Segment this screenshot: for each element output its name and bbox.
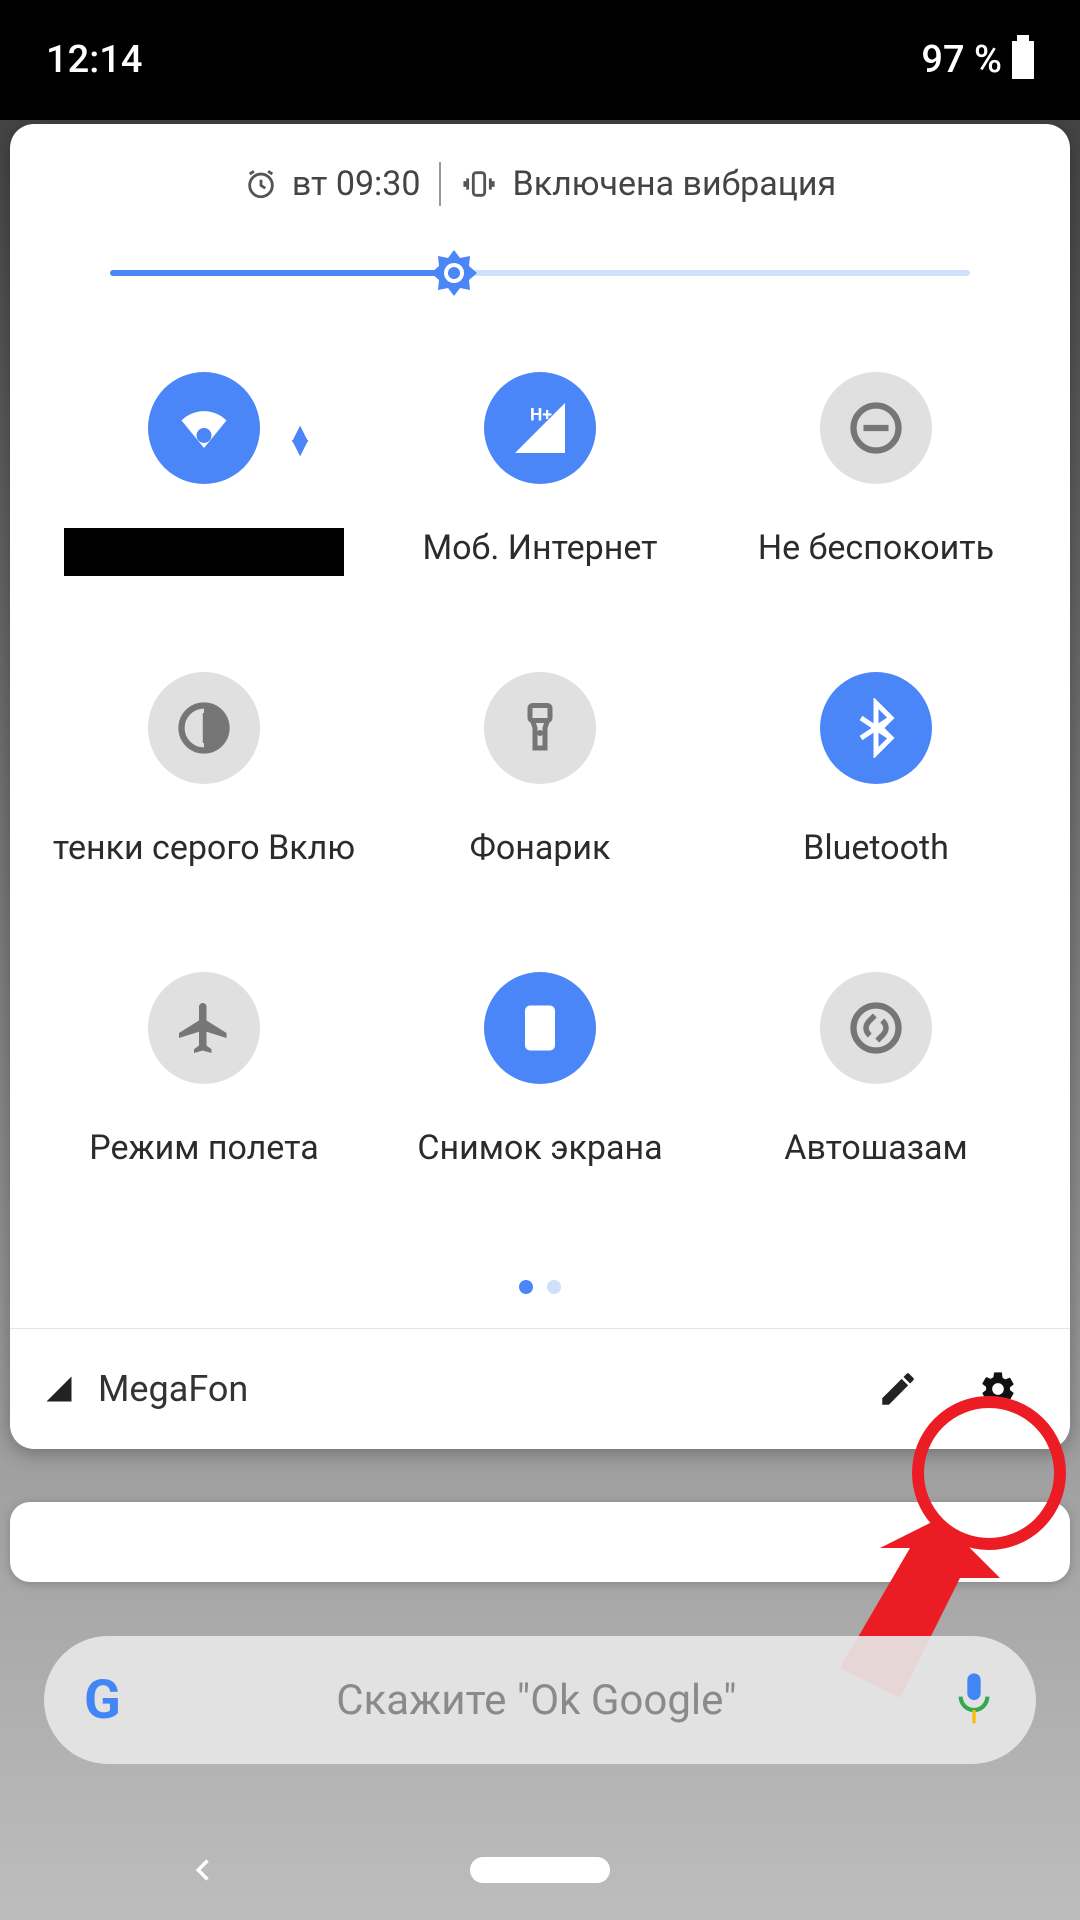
tile-wifi[interactable]: ▲▼ xyxy=(36,352,372,652)
page-indicator[interactable] xyxy=(10,1252,1070,1328)
gear-icon xyxy=(978,1369,1018,1409)
status-bar: 12:14 97 % xyxy=(0,0,1080,120)
torch-icon xyxy=(510,698,570,758)
grayscale-toggle[interactable] xyxy=(148,672,260,784)
brightness-icon xyxy=(429,248,479,298)
tile-torch[interactable]: Фонарик xyxy=(372,652,708,952)
shazam-icon xyxy=(846,998,906,1058)
wifi-icon xyxy=(174,398,234,458)
pencil-icon xyxy=(877,1368,919,1410)
back-button[interactable] xyxy=(190,1848,218,1892)
alarm-label: вт 09:30 xyxy=(292,164,421,204)
ring-mode-label: Включена вибрация xyxy=(513,164,837,204)
tile-shazam[interactable]: Автошазам xyxy=(708,952,1044,1252)
wifi-toggle[interactable] xyxy=(148,372,260,484)
torch-label: Фонарик xyxy=(470,828,611,868)
carrier-label: MegaFon xyxy=(98,1368,836,1410)
navigation-bar xyxy=(0,1820,1080,1920)
dnd-icon xyxy=(846,398,906,458)
shazam-label: Автошазам xyxy=(784,1128,967,1168)
mobiledata-label: Моб. Интернет xyxy=(422,528,657,568)
alarm-icon xyxy=(244,167,278,201)
dnd-toggle[interactable] xyxy=(820,372,932,484)
qs-header: вт 09:30 Включена вибрация xyxy=(10,154,1070,214)
mic-icon[interactable] xyxy=(952,1670,996,1730)
google-hint: Скажите "Ok Google" xyxy=(121,1676,952,1725)
battery-icon xyxy=(1012,41,1034,79)
brightness-slider[interactable] xyxy=(110,232,970,312)
header-divider xyxy=(439,162,441,206)
bluetooth-icon xyxy=(846,698,906,758)
airplane-icon xyxy=(174,998,234,1058)
tile-mobiledata[interactable]: H+ Моб. Интернет xyxy=(372,352,708,652)
alarm-info[interactable]: вт 09:30 xyxy=(244,164,421,204)
tile-grayscale[interactable]: тенки серого Вклю xyxy=(36,652,372,952)
wifi-label xyxy=(64,528,344,576)
grayscale-label: тенки серого Вклю xyxy=(53,828,355,868)
tile-bluetooth[interactable]: Bluetooth xyxy=(708,652,1044,952)
quick-settings-panel: вт 09:30 Включена вибрация ▲▼ H+ Моб. Инте… xyxy=(10,124,1070,1449)
brightness-thumb[interactable] xyxy=(429,248,479,298)
tile-screenshot[interactable]: Снимок экрана xyxy=(372,952,708,1252)
tile-dnd[interactable]: Не беспокоить xyxy=(708,352,1044,652)
torch-toggle[interactable] xyxy=(484,672,596,784)
qs-tiles-grid: ▲▼ H+ Моб. Интернет Не беспокоить тенки серо… xyxy=(10,332,1070,1252)
mobiledata-icon: H+ xyxy=(510,398,570,458)
screenshot-toggle[interactable] xyxy=(484,972,596,1084)
signal-icon xyxy=(44,1374,74,1404)
edit-tiles-button[interactable] xyxy=(860,1351,936,1427)
settings-button[interactable] xyxy=(960,1351,1036,1427)
google-logo-icon: G xyxy=(84,1669,121,1732)
chevron-left-icon xyxy=(190,1848,218,1892)
brightness-fill xyxy=(110,270,454,276)
qs-footer: MegaFon xyxy=(10,1329,1070,1449)
home-pill[interactable] xyxy=(470,1857,610,1883)
airplane-label: Режим полета xyxy=(89,1128,318,1168)
dnd-label: Не беспокоить xyxy=(758,528,994,568)
vibrate-icon xyxy=(459,167,499,201)
battery-percent: 97 % xyxy=(921,38,1002,82)
bluetooth-label: Bluetooth xyxy=(803,828,949,868)
grayscale-icon xyxy=(174,698,234,758)
status-time: 12:14 xyxy=(46,38,142,82)
wifi-expand-icon[interactable]: ▲▼ xyxy=(286,426,314,454)
screenshot-label: Снимок экрана xyxy=(417,1128,662,1168)
ring-mode-info[interactable]: Включена вибрация xyxy=(459,164,837,204)
notification-placeholder[interactable] xyxy=(10,1502,1070,1582)
page-dot-1[interactable] xyxy=(547,1280,561,1294)
airplane-toggle[interactable] xyxy=(148,972,260,1084)
shazam-toggle[interactable] xyxy=(820,972,932,1084)
mobiledata-toggle[interactable]: H+ xyxy=(484,372,596,484)
screenshot-icon xyxy=(510,998,570,1058)
page-dot-0[interactable] xyxy=(519,1280,533,1294)
google-search-bar[interactable]: G Скажите "Ok Google" xyxy=(44,1636,1036,1764)
tile-airplane[interactable]: Режим полета xyxy=(36,952,372,1252)
bluetooth-toggle[interactable] xyxy=(820,672,932,784)
